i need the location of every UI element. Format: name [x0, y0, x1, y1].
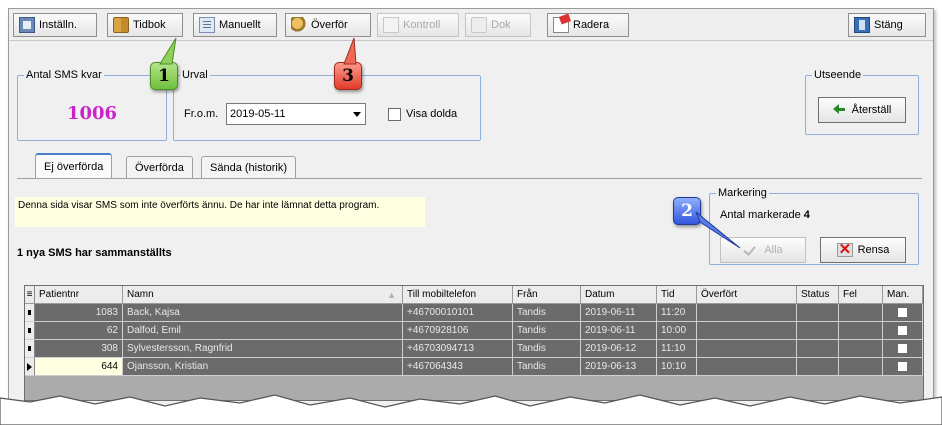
callout-2-pointer	[695, 211, 741, 249]
torn-edge-decoration	[0, 394, 942, 425]
callout-3-pointer	[343, 37, 357, 65]
callout-1-pointer	[159, 37, 177, 65]
callout-pointers	[159, 37, 741, 249]
